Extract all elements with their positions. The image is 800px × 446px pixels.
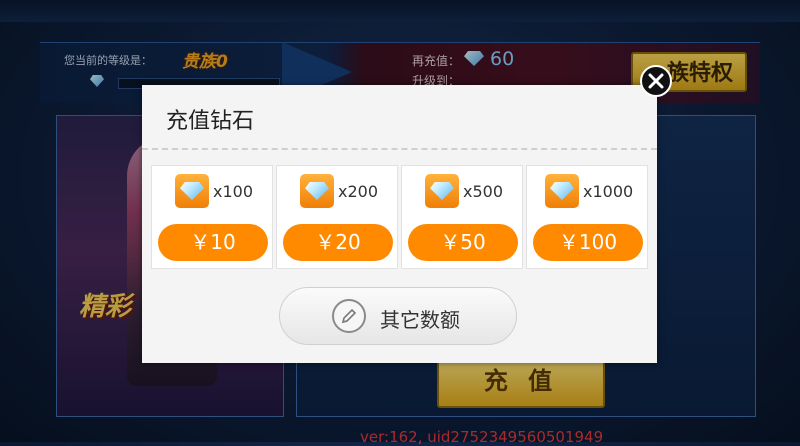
close-button[interactable] — [640, 65, 672, 97]
diamond-quantity: x100 — [213, 182, 254, 201]
diamond-quantity: x200 — [338, 182, 379, 201]
diamond-icon — [545, 174, 579, 208]
diamond-option-500[interactable]: x500 ￥50 — [401, 165, 523, 269]
diamond-options: x100 ￥10 x200 ￥20 x500 ￥50 x1000 ￥100 — [151, 165, 651, 269]
other-amount-label: 其它数额 — [380, 308, 460, 332]
diamond-quantity: x1000 — [583, 182, 634, 201]
diamond-icon — [425, 174, 459, 208]
recharge-dialog: 充值钻石 x100 ￥10 x200 ￥20 x500 ￥50 x1000 ￥1… — [142, 85, 657, 363]
diamond-option-200[interactable]: x200 ￥20 — [276, 165, 398, 269]
diamond-icon — [175, 174, 209, 208]
diamond-option-100[interactable]: x100 ￥10 — [151, 165, 273, 269]
price-button[interactable]: ￥100 — [533, 224, 643, 261]
price-button[interactable]: ￥10 — [158, 224, 268, 261]
dialog-divider — [142, 148, 657, 150]
close-icon — [648, 73, 664, 89]
price-button[interactable]: ￥50 — [408, 224, 518, 261]
price-button[interactable]: ￥20 — [283, 224, 393, 261]
dialog-title: 充值钻石 — [166, 109, 255, 134]
diamond-quantity: x500 — [463, 182, 504, 201]
other-amount-button[interactable]: 其它数额 — [279, 287, 517, 345]
diamond-icon — [300, 174, 334, 208]
pencil-icon — [332, 299, 366, 333]
diamond-option-1000[interactable]: x1000 ￥100 — [526, 165, 648, 269]
